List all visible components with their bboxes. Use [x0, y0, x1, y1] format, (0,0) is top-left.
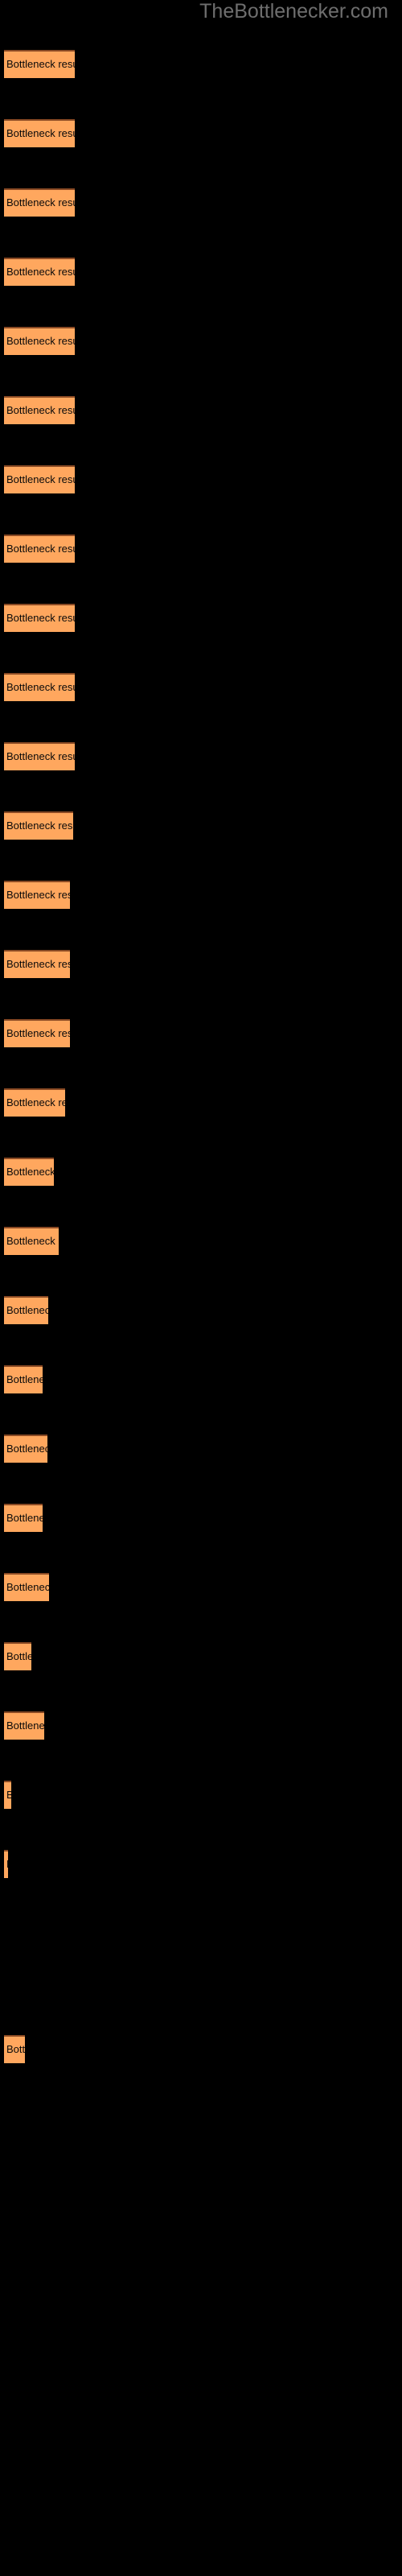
bar-row: Bottleneck result: [0, 396, 402, 424]
bar-row: Bottleneck result: [0, 1504, 402, 1532]
bar-row: Bottleneck result: [0, 1781, 402, 1809]
bar[interactable]: Bottleneck result: [4, 811, 73, 840]
bar[interactable]: Bottleneck result: [4, 1019, 70, 1047]
bar-fill: [4, 1296, 48, 1324]
bar-row: [0, 1988, 402, 2017]
bar-fill: [4, 604, 75, 632]
bar[interactable]: Bottleneck result: [4, 1642, 31, 1670]
bar[interactable]: Bottleneck result: [4, 2035, 25, 2063]
bar[interactable]: Bottleneck result: [4, 1711, 44, 1740]
bar[interactable]: Bottleneck result: [4, 119, 75, 147]
bar-fill: [4, 2035, 25, 2063]
bar[interactable]: Bottleneck result: [4, 1850, 8, 1878]
bar-fill: [4, 50, 75, 78]
bar-row: Bottleneck result: [0, 327, 402, 355]
bar-fill: [4, 1642, 31, 1670]
bar-row: Bottleneck result: [0, 811, 402, 840]
bar[interactable]: Bottleneck result: [4, 604, 75, 632]
bar-fill: [4, 1365, 43, 1393]
bar-row: Bottleneck result: [0, 50, 402, 78]
bar[interactable]: Bottleneck result: [4, 535, 75, 563]
bar[interactable]: Bottleneck result: [4, 742, 75, 770]
bar[interactable]: Bottleneck result: [4, 1781, 11, 1809]
bar-row: Bottleneck result: [0, 742, 402, 770]
bar-row: Bottleneck result: [0, 1019, 402, 1047]
bar-fill: [4, 1227, 59, 1255]
bar-fill: [4, 396, 75, 424]
bar-row: Bottleneck result: [0, 465, 402, 493]
bar[interactable]: Bottleneck result: [4, 396, 75, 424]
bar[interactable]: Bottleneck result: [4, 465, 75, 493]
bar-fill: [4, 1781, 11, 1809]
bar-fill: [4, 1711, 44, 1740]
bar-row: Bottleneck result: [0, 673, 402, 701]
bar-row: Bottleneck result: [0, 119, 402, 147]
bottleneck-chart: TheBottlenecker.com Bottleneck resultBot…: [0, 0, 402, 2576]
bar[interactable]: Bottleneck result: [4, 1227, 59, 1255]
bar-row: Bottleneck result: [0, 1365, 402, 1393]
bar-fill: [4, 1435, 47, 1463]
bar-fill: [4, 1088, 65, 1117]
bar-fill: [4, 1019, 70, 1047]
bar[interactable]: Bottleneck result: [4, 258, 75, 286]
bar-fill: [4, 881, 70, 909]
bar-row: Bottleneck result: [0, 950, 402, 978]
bar-row: Bottleneck result: [0, 2035, 402, 2063]
bar-row: Bottleneck result: [0, 535, 402, 563]
bar-row: Bottleneck result: [0, 1296, 402, 1324]
bar-row: Bottleneck result: [0, 1850, 402, 1878]
bar-row: Bottleneck result: [0, 881, 402, 909]
bar[interactable]: Bottleneck result: [4, 1435, 47, 1463]
bar-row: Bottleneck result: [0, 604, 402, 632]
bar-fill: [4, 465, 75, 493]
bar[interactable]: Bottleneck result: [4, 950, 70, 978]
bar-fill: [4, 119, 75, 147]
bar[interactable]: Bottleneck result: [4, 1158, 54, 1186]
bar-row: Bottleneck result: [0, 1711, 402, 1740]
bar-fill: [4, 950, 70, 978]
bar-fill: [4, 535, 75, 563]
bar[interactable]: Bottleneck result: [4, 1365, 43, 1393]
bar-fill: [4, 188, 75, 217]
bar-fill: [4, 673, 75, 701]
bar-row: [0, 1919, 402, 1947]
bar[interactable]: Bottleneck result: [4, 1296, 48, 1324]
bar-fill: [4, 811, 73, 840]
bar[interactable]: Bottleneck result: [4, 1088, 65, 1117]
bar-fill: [4, 327, 75, 355]
bar-row: Bottleneck result: [0, 1642, 402, 1670]
bar-row: Bottleneck result: [0, 188, 402, 217]
bar[interactable]: Bottleneck result: [4, 327, 75, 355]
bar-row: Bottleneck result: [0, 1227, 402, 1255]
bar-row: Bottleneck result: [0, 1435, 402, 1463]
bar[interactable]: Bottleneck result: [4, 1504, 43, 1532]
bar-row: Bottleneck result: [0, 1088, 402, 1117]
bar-row: Bottleneck result: [0, 258, 402, 286]
bar-fill: [4, 1158, 54, 1186]
bar-fill: [4, 258, 75, 286]
bar-fill: [4, 1573, 49, 1601]
bar[interactable]: Bottleneck result: [4, 881, 70, 909]
bar[interactable]: Bottleneck result: [4, 673, 75, 701]
chart-plot-area: Bottleneck result Bottleneck result Bottle…: [0, 0, 402, 2576]
bar-row: Bottleneck result: [0, 1573, 402, 1601]
bar-fill: [4, 742, 75, 770]
bar[interactable]: Bottleneck result: [4, 188, 75, 217]
bar[interactable]: Bottleneck result: [4, 1573, 49, 1601]
bar-row: Bottleneck result: [0, 1158, 402, 1186]
bar[interactable]: Bottleneck result: [4, 50, 75, 78]
bar-fill: [4, 1850, 8, 1878]
bar-fill: [4, 1504, 43, 1532]
